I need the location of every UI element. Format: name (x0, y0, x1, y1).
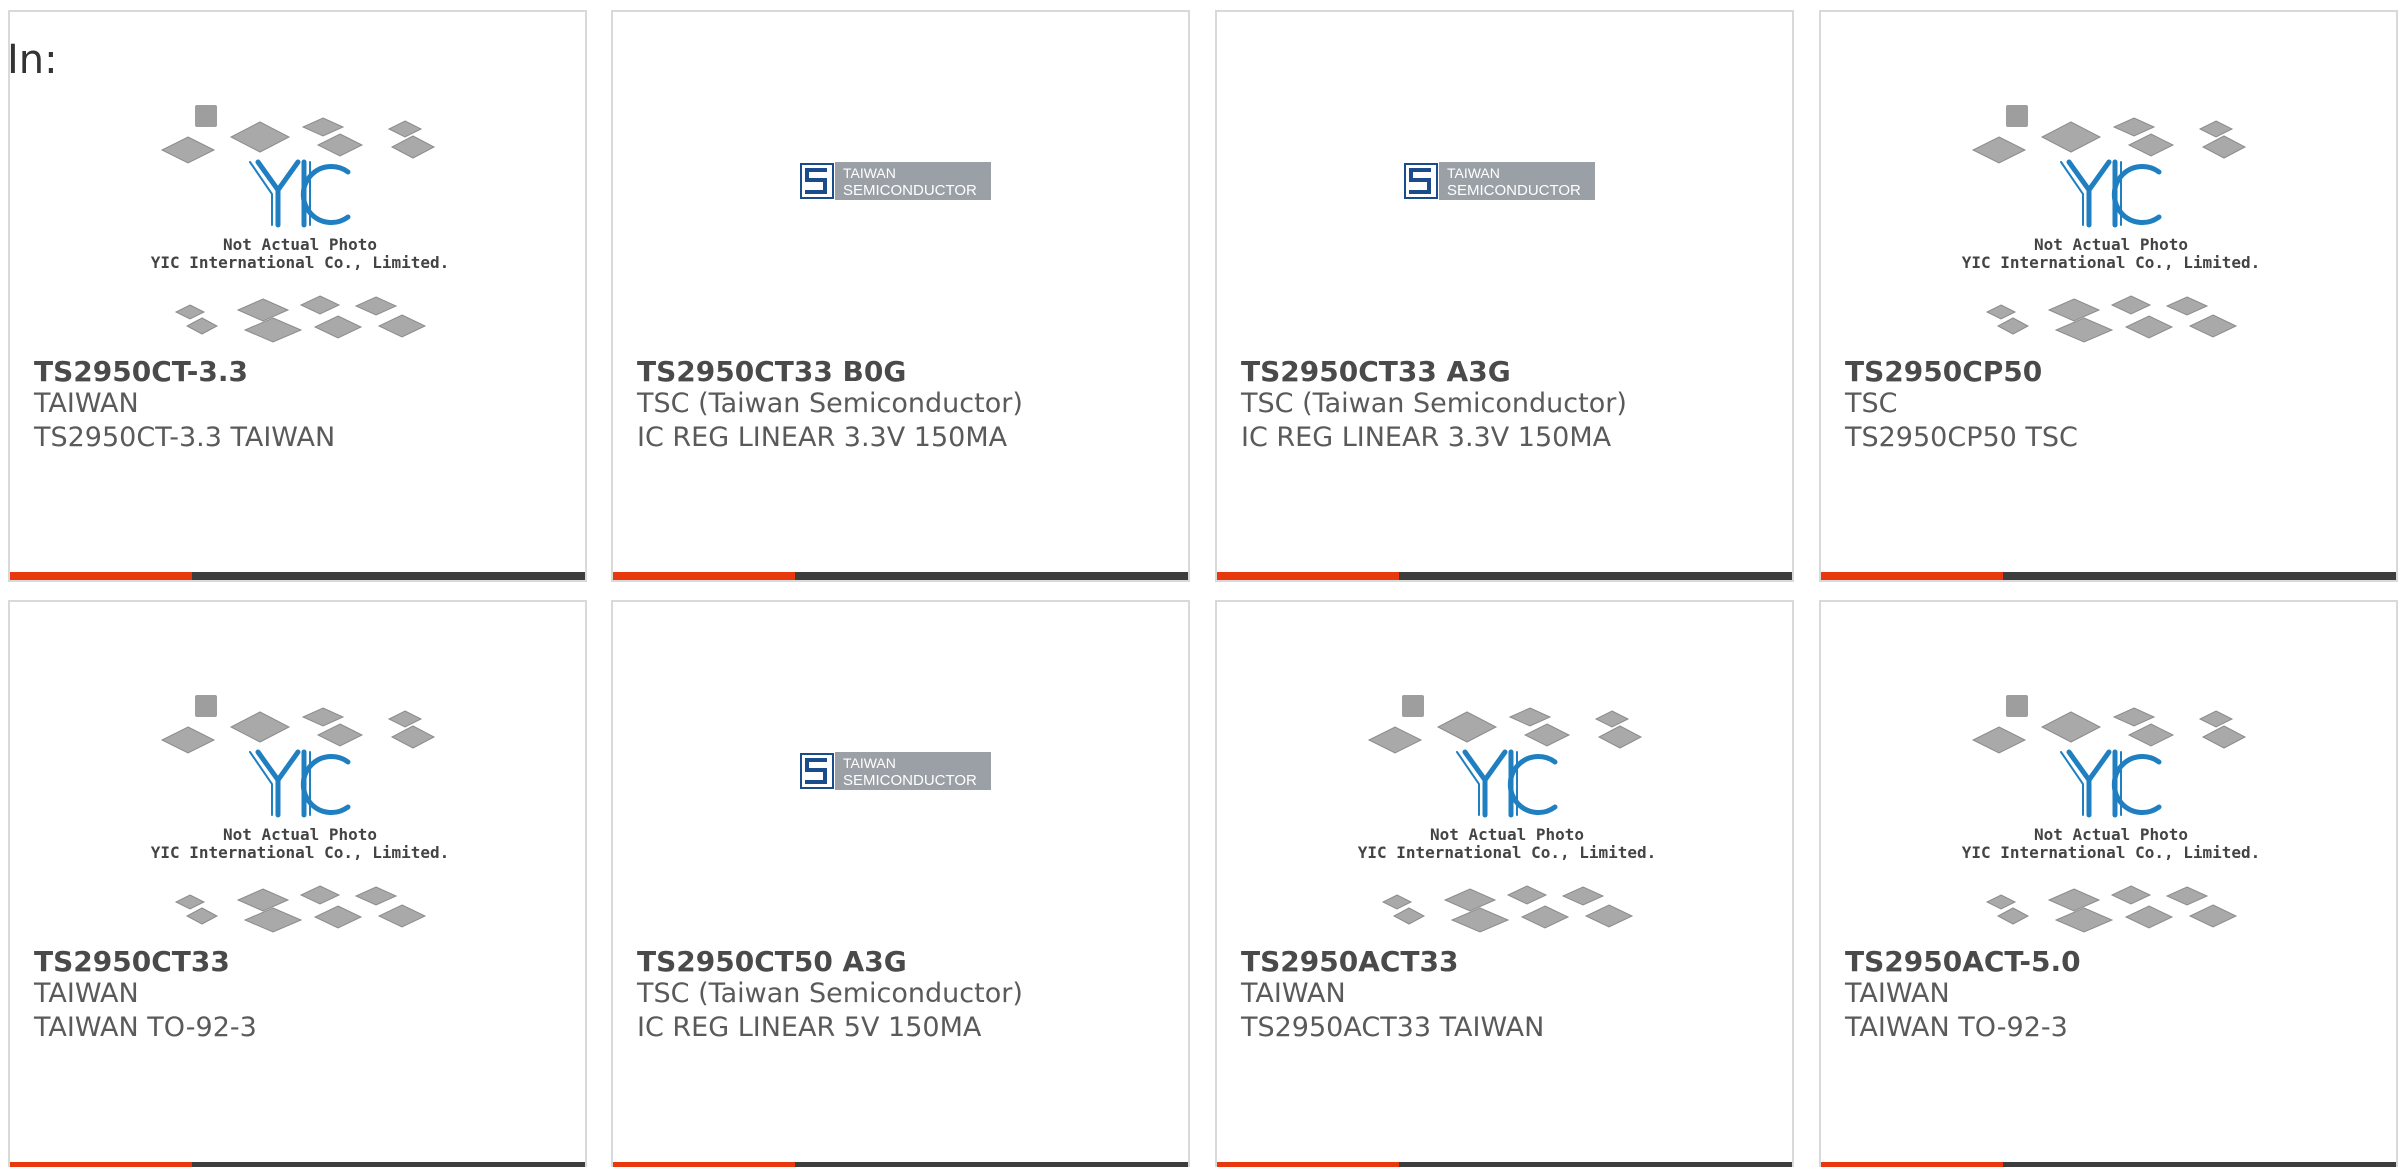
card-footer-bar (1821, 572, 2396, 580)
part-number[interactable]: TS2950CP50 (1845, 355, 2042, 389)
product-card[interactable]: TAIWAN SEMICONDUCTOR TS2950CT33 A3G TSC (… (1215, 10, 1794, 582)
yic-placeholder-image: Not Actual PhotoYIC International Co., L… (1962, 695, 2261, 933)
tsc-logo-line2: SEMICONDUCTOR (843, 182, 977, 199)
yic-logo-icon (1456, 749, 1558, 818)
yic-caption-line1: Not Actual Photo (223, 235, 377, 254)
manufacturer: TAIWAN (34, 978, 139, 1009)
card-footer-bar (1821, 1162, 2396, 1167)
description: TAIWAN TO-92-3 (1845, 1012, 2068, 1043)
product-image[interactable]: Not Actual Photo YIC International Co., L… (10, 12, 585, 352)
tsc-logo-image: TAIWANSEMICONDUCTOR (1404, 162, 1595, 200)
yic-caption-line1: Not Actual Photo (223, 825, 377, 844)
yic-logo-icon (2060, 749, 2162, 818)
card-accent-bar (10, 1162, 192, 1167)
card-footer-bar (613, 1162, 1188, 1167)
description: IC REG LINEAR 3.3V 150MA (637, 422, 1008, 453)
yic-placeholder-image: Not Actual PhotoYIC International Co., L… (1962, 105, 2261, 343)
yic-caption-line2: YIC International Co., Limited. (1962, 843, 2261, 862)
card-footer-bar (613, 572, 1188, 580)
yic-logo-icon (2060, 159, 2162, 228)
description: TAIWAN TO-92-3 (34, 1012, 257, 1043)
product-card[interactable]: TAIWAN SEMICONDUCTOR TS2950CT50 A3G TSC (… (611, 600, 1190, 1167)
yic-caption-line1: Not Actual Photo (2034, 235, 2188, 254)
manufacturer: TAIWAN (34, 388, 139, 419)
card-footer-bar (10, 1162, 585, 1167)
manufacturer: TAIWAN (1241, 978, 1346, 1009)
yic-placeholder-image: Not Actual PhotoYIC International Co., L… (151, 695, 450, 933)
product-card[interactable]: Not Actual Photo YIC International Co., L… (1215, 600, 1794, 1167)
card-accent-bar (1821, 572, 2003, 580)
manufacturer: TSC (Taiwan Semiconductor) (637, 978, 1023, 1009)
manufacturer: TSC (1845, 388, 1898, 419)
part-number[interactable]: TS2950CT33 B0G (637, 355, 906, 389)
search-prefix-label: In: (7, 37, 58, 83)
yic-placeholder-image: Not Actual PhotoYIC International Co., L… (151, 105, 450, 343)
product-card[interactable]: Not Actual Photo YIC International Co., L… (8, 600, 587, 1167)
card-accent-bar (1217, 1162, 1399, 1167)
tsc-logo-line1: TAIWAN (1447, 165, 1500, 181)
yic-caption-line2: YIC International Co., Limited. (151, 843, 450, 862)
card-accent-bar (1217, 572, 1399, 580)
tsc-logo-image: TAIWANSEMICONDUCTOR (800, 162, 991, 200)
tsc-symbol-icon (800, 163, 834, 199)
card-footer-bar (1217, 1162, 1792, 1167)
manufacturer: TSC (Taiwan Semiconductor) (637, 388, 1023, 419)
card-accent-bar (613, 572, 795, 580)
product-image[interactable]: Not Actual Photo YIC International Co., L… (10, 602, 585, 942)
product-image[interactable]: TAIWAN SEMICONDUCTOR (613, 12, 1188, 352)
tsc-logo-image: TAIWANSEMICONDUCTOR (800, 752, 991, 790)
product-image[interactable]: Not Actual Photo YIC International Co., L… (1821, 12, 2396, 352)
description: TS2950ACT33 TAIWAN (1241, 1012, 1545, 1043)
part-number[interactable]: TS2950ACT-5.0 (1845, 945, 2081, 979)
manufacturer: TAIWAN (1845, 978, 1950, 1009)
product-image[interactable]: Not Actual Photo YIC International Co., L… (1821, 602, 2396, 942)
product-image[interactable]: TAIWAN SEMICONDUCTOR (1217, 12, 1792, 352)
yic-caption-line2: YIC International Co., Limited. (151, 253, 450, 272)
card-accent-bar (1821, 1162, 2003, 1167)
yic-caption-line2: YIC International Co., Limited. (1358, 843, 1657, 862)
card-footer-bar (10, 572, 585, 580)
yic-caption-line1: Not Actual Photo (2034, 825, 2188, 844)
part-number[interactable]: TS2950CT33 (34, 945, 230, 979)
manufacturer: TSC (Taiwan Semiconductor) (1241, 388, 1627, 419)
tsc-symbol-icon (1404, 163, 1438, 199)
product-card[interactable]: Not Actual Photo YIC International Co., L… (1819, 600, 2398, 1167)
tsc-logo-line2: SEMICONDUCTOR (1447, 182, 1581, 199)
part-number[interactable]: TS2950ACT33 (1241, 945, 1458, 979)
tsc-logo-line2: SEMICONDUCTOR (843, 772, 977, 789)
card-accent-bar (10, 572, 192, 580)
description: TS2950CP50 TSC (1845, 422, 2078, 453)
tsc-symbol-icon (800, 753, 834, 789)
product-card[interactable]: TAIWAN SEMICONDUCTOR TS2950CT33 B0G TSC (… (611, 10, 1190, 582)
product-image[interactable]: TAIWAN SEMICONDUCTOR (613, 602, 1188, 942)
product-image[interactable]: Not Actual Photo YIC International Co., L… (1217, 602, 1792, 942)
yic-placeholder-image: Not Actual PhotoYIC International Co., L… (1358, 695, 1657, 933)
part-number[interactable]: TS2950CT33 A3G (1241, 355, 1511, 389)
part-number[interactable]: TS2950CT-3.3 (34, 355, 248, 389)
description: IC REG LINEAR 3.3V 150MA (1241, 422, 1612, 453)
product-card[interactable]: Not Actual Photo YIC International Co., L… (8, 10, 587, 582)
card-footer-bar (1217, 572, 1792, 580)
product-card[interactable]: Not Actual Photo YIC International Co., L… (1819, 10, 2398, 582)
yic-logo-icon (249, 159, 351, 228)
tsc-logo-line1: TAIWAN (843, 755, 896, 771)
tsc-logo-line1: TAIWAN (843, 165, 896, 181)
yic-logo-icon (249, 749, 351, 818)
yic-caption-line2: YIC International Co., Limited. (1962, 253, 2261, 272)
card-accent-bar (613, 1162, 795, 1167)
yic-caption-line1: Not Actual Photo (1430, 825, 1584, 844)
part-number[interactable]: TS2950CT50 A3G (637, 945, 907, 979)
description: IC REG LINEAR 5V 150MA (637, 1012, 982, 1043)
description: TS2950CT-3.3 TAIWAN (34, 422, 336, 453)
